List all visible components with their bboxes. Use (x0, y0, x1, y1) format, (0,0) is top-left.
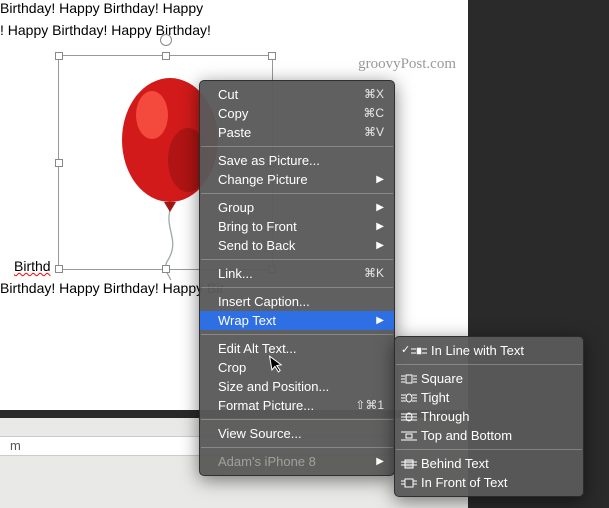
doc-text-line: Birthday! Happy Birthday! Happy Bir (0, 280, 224, 296)
submenu-item-tight[interactable]: Tight (395, 388, 583, 407)
menu-shortcut: ⌘V (350, 124, 384, 141)
submenu-arrow-icon: ▶ (366, 199, 384, 216)
menu-item-device: Adam's iPhone 8 ▶ (200, 452, 394, 471)
menu-label: In Line with Text (421, 342, 524, 359)
submenu-arrow-icon: ▶ (366, 171, 384, 188)
doc-text-line: Birthday! Happy Birthday! Happy (0, 0, 203, 16)
menu-item-bring-to-front[interactable]: Bring to Front ▶ (200, 217, 394, 236)
menu-separator (396, 449, 582, 450)
menu-label: Bring to Front (218, 218, 297, 235)
menu-label: Save as Picture... (218, 152, 320, 169)
menu-label: Top and Bottom (421, 427, 512, 444)
menu-label: Insert Caption... (218, 293, 310, 310)
submenu-arrow-icon: ▶ (366, 453, 384, 470)
menu-item-crop[interactable]: Crop (200, 358, 394, 377)
menu-shortcut: ⌘C (349, 105, 384, 122)
menu-label: Edit Alt Text... (218, 340, 297, 357)
submenu-item-top-bottom[interactable]: Top and Bottom (395, 426, 583, 445)
wrap-inline-icon (411, 346, 427, 356)
menu-separator (396, 364, 582, 365)
menu-item-edit-alt-text[interactable]: Edit Alt Text... (200, 339, 394, 358)
resize-handle[interactable] (55, 52, 63, 60)
submenu-item-through[interactable]: Through (395, 407, 583, 426)
menu-item-format-picture[interactable]: Format Picture... ⇧⌘1 (200, 396, 394, 415)
wrap-text-submenu: ✓ In Line with Text Square Tight Through… (394, 336, 584, 497)
submenu-arrow-icon: ▶ (366, 218, 384, 235)
menu-item-change-picture[interactable]: Change Picture ▶ (200, 170, 394, 189)
menu-label: View Source... (218, 425, 302, 442)
menu-label: In Front of Text (421, 474, 507, 491)
wrap-tight-icon (401, 393, 417, 403)
menu-item-insert-caption[interactable]: Insert Caption... (200, 292, 394, 311)
resize-handle[interactable] (162, 52, 170, 60)
wrap-through-icon (401, 412, 417, 422)
menu-label: Change Picture (218, 171, 308, 188)
menu-label: Tight (421, 389, 449, 406)
resize-handle[interactable] (268, 52, 276, 60)
wrap-square-icon (401, 374, 417, 384)
doc-text-line: ! Happy Birthday! Happy Birthday! (0, 22, 211, 38)
menu-label: Cut (218, 86, 238, 103)
submenu-arrow-icon: ▶ (366, 237, 384, 254)
menu-item-view-source[interactable]: View Source... (200, 424, 394, 443)
menu-label: Adam's iPhone 8 (218, 453, 316, 470)
wrap-behind-icon (401, 459, 417, 469)
menu-item-send-to-back[interactable]: Send to Back ▶ (200, 236, 394, 255)
menu-label: Format Picture... (218, 397, 314, 414)
menu-label: Behind Text (421, 455, 489, 472)
menu-label: Group (218, 199, 254, 216)
watermark: groovyPost.com (358, 56, 456, 73)
menu-item-save-as-picture[interactable]: Save as Picture... (200, 151, 394, 170)
menu-separator (201, 287, 393, 288)
menu-item-cut[interactable]: Cut ⌘X (200, 85, 394, 104)
menu-label: Size and Position... (218, 378, 329, 395)
submenu-arrow-icon: ▶ (366, 312, 384, 329)
menu-label: Wrap Text (218, 312, 276, 329)
wrap-top-bottom-icon (401, 431, 417, 441)
menu-separator (201, 419, 393, 420)
resize-handle[interactable] (162, 265, 170, 273)
wrap-front-icon (401, 478, 417, 488)
submenu-item-square[interactable]: Square (395, 369, 583, 388)
submenu-item-inline[interactable]: ✓ In Line with Text (395, 341, 583, 360)
menu-label: Link... (218, 265, 253, 282)
menu-label: Paste (218, 124, 251, 141)
menu-label: Copy (218, 105, 248, 122)
menu-separator (201, 259, 393, 260)
menu-item-size-and-position[interactable]: Size and Position... (200, 377, 394, 396)
submenu-item-behind-text[interactable]: Behind Text (395, 454, 583, 473)
menu-item-group[interactable]: Group ▶ (200, 198, 394, 217)
menu-label: Through (421, 408, 469, 425)
resize-handle[interactable] (55, 265, 63, 273)
submenu-item-front-text[interactable]: In Front of Text (395, 473, 583, 492)
menu-separator (201, 447, 393, 448)
menu-shortcut: ⌘K (350, 265, 384, 282)
context-menu: Cut ⌘X Copy ⌘C Paste ⌘V Save as Picture.… (199, 80, 395, 476)
menu-item-link[interactable]: Link... ⌘K (200, 264, 394, 283)
menu-item-paste[interactable]: Paste ⌘V (200, 123, 394, 142)
resize-handle[interactable] (55, 159, 63, 167)
menu-item-copy[interactable]: Copy ⌘C (200, 104, 394, 123)
menu-shortcut: ⌘X (350, 86, 384, 103)
menu-label: Send to Back (218, 237, 295, 254)
menu-separator (201, 334, 393, 335)
rotate-handle[interactable] (160, 34, 172, 46)
menu-separator (201, 193, 393, 194)
menu-label: Square (421, 370, 463, 387)
menu-separator (201, 146, 393, 147)
menu-label: Crop (218, 359, 246, 376)
doc-text-line: Birthd (14, 258, 51, 274)
checkmark-icon: ✓ (401, 342, 410, 359)
menu-item-wrap-text[interactable]: Wrap Text ▶ (200, 311, 394, 330)
menu-shortcut: ⇧⌘1 (341, 397, 384, 414)
